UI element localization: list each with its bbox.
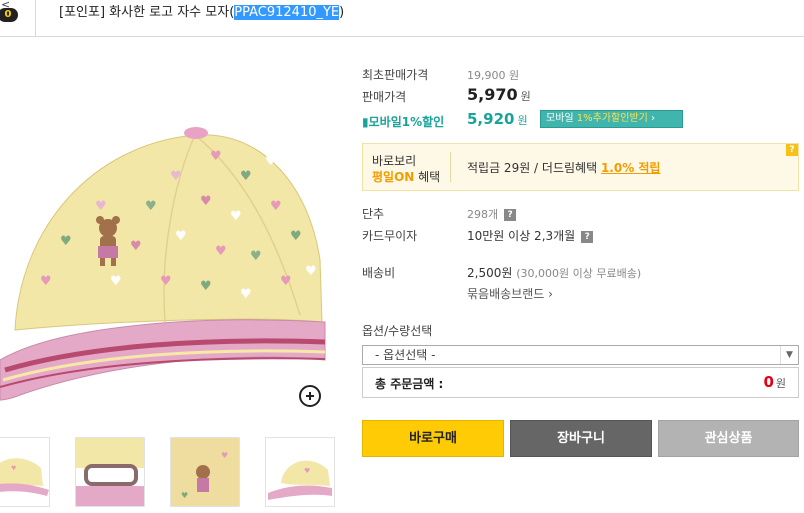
svg-text:♥: ♥ bbox=[181, 491, 188, 500]
option-select-value: - 옵션선택 - bbox=[375, 348, 436, 362]
sale-price: 5,970 원 bbox=[467, 85, 531, 104]
svg-text:♥: ♥ bbox=[200, 194, 212, 209]
thumbnail-2[interactable] bbox=[75, 437, 145, 507]
total-price-label: 총 주문금액 : bbox=[375, 377, 444, 391]
card-value: 10만원 이상 2,3개월 bbox=[467, 229, 576, 243]
mobile-discount-button[interactable]: 모바일 1%추가할인받기 › bbox=[540, 110, 683, 128]
mobile-button-text-a: 모바일 bbox=[546, 113, 577, 124]
svg-text:♥: ♥ bbox=[200, 279, 212, 294]
stock-label: 단추 bbox=[362, 207, 385, 221]
svg-text:♥: ♥ bbox=[175, 229, 187, 244]
thumbnail-1[interactable]: ♥ bbox=[0, 437, 50, 507]
dropdown-arrow-icon[interactable]: ▼ bbox=[780, 346, 798, 364]
benefit-on-text: 평일ON bbox=[372, 170, 415, 184]
benefit-title: 바로보리 bbox=[372, 154, 417, 168]
total-price: 0원 bbox=[763, 373, 786, 391]
svg-text:♥: ♥ bbox=[250, 249, 262, 264]
card-label: 카드무이자 bbox=[362, 229, 418, 243]
svg-text:♥: ♥ bbox=[210, 149, 222, 164]
help-icon[interactable]: ? bbox=[786, 144, 798, 156]
buy-now-button[interactable]: 바로구매 bbox=[362, 420, 504, 457]
sale-price-value: 5,970 bbox=[467, 85, 518, 104]
svg-text:♥: ♥ bbox=[130, 239, 142, 254]
svg-text:♥: ♥ bbox=[240, 287, 252, 302]
svg-text:♥: ♥ bbox=[145, 199, 157, 214]
svg-text:♥: ♥ bbox=[270, 199, 282, 214]
svg-text:♥: ♥ bbox=[240, 169, 252, 184]
original-price-value: 19,900 원 bbox=[467, 69, 520, 82]
mobile-price: 5,920 원 bbox=[467, 110, 528, 128]
svg-text:♥: ♥ bbox=[170, 169, 182, 184]
mobile-icon: ▮ bbox=[362, 115, 369, 129]
svg-text:♥: ♥ bbox=[304, 467, 310, 475]
svg-text:♥: ♥ bbox=[305, 264, 317, 279]
product-title-end: ) bbox=[339, 5, 345, 20]
svg-text:♥: ♥ bbox=[215, 244, 227, 259]
total-price-unit: 원 bbox=[775, 377, 786, 390]
stock-info: 298개? bbox=[467, 206, 517, 222]
benefit-box: 바로보리 평일ON 혜택 적립금 29원 / 더드림혜택 1.0% 적립 ? bbox=[362, 143, 799, 191]
top-bar: < 0 [포인포] 화사한 로고 자수 모자(PPAC912410_YE) bbox=[0, 0, 804, 37]
mobile-discount-text: 모바일1%할인 bbox=[368, 115, 445, 129]
mobile-price-value: 5,920 bbox=[467, 110, 515, 128]
product-code: PPAC912410_YE bbox=[234, 5, 340, 20]
help-icon[interactable]: ? bbox=[581, 231, 594, 243]
option-select[interactable]: - 옵션선택 - ▼ bbox=[362, 345, 799, 365]
svg-text:♥: ♥ bbox=[221, 451, 228, 460]
svg-text:♥: ♥ bbox=[160, 274, 172, 289]
bundle-shipping-link[interactable]: 묶음배송브랜드 › bbox=[467, 285, 553, 302]
product-main-image[interactable]: ♥ ♥ ♥ ♥ ♥ ♥ ♥ ♥ ♥ ♥ ♥ ♥ ♥ ♥ ♥ ♥ ♥ ♥ ♥ ♥ … bbox=[0, 60, 335, 425]
benefit-divider bbox=[450, 152, 451, 182]
thumbnail-3[interactable]: ♥ ♥ bbox=[170, 437, 240, 507]
svg-text:♥: ♥ bbox=[60, 234, 72, 249]
zoom-plus-icon[interactable] bbox=[299, 385, 321, 407]
original-price-label: 최초판매가격 bbox=[362, 68, 429, 82]
recent-items-box[interactable]: < 0 bbox=[0, 0, 36, 37]
benefit-points-pct[interactable]: 1.0% 적립 bbox=[601, 161, 661, 175]
shipping-value: 2,500원 bbox=[467, 266, 513, 280]
shipping-note: (30,000원 이상 무료배송) bbox=[516, 267, 642, 280]
svg-text:♥: ♥ bbox=[230, 209, 242, 224]
mobile-button-arrow: › bbox=[647, 113, 656, 124]
svg-text:♥: ♥ bbox=[95, 199, 107, 214]
svg-text:♥: ♥ bbox=[265, 154, 277, 169]
benefit-points: 적립금 29원 / 더드림혜택 1.0% 적립 bbox=[467, 159, 660, 176]
mobile-price-unit: 원 bbox=[517, 114, 528, 127]
svg-text:♥: ♥ bbox=[40, 274, 52, 289]
stock-value: 298개 bbox=[467, 208, 499, 221]
thumbnail-4[interactable]: ♥ bbox=[265, 437, 335, 507]
mobile-button-text-b: 1%추가할인받기 bbox=[576, 113, 648, 124]
shipping-info: 2,500원 (30,000원 이상 무료배송) bbox=[467, 264, 641, 281]
svg-text:♥: ♥ bbox=[290, 229, 302, 244]
total-price-value: 0 bbox=[763, 373, 774, 391]
add-to-cart-button[interactable]: 장바구니 bbox=[510, 420, 652, 457]
sale-price-unit: 원 bbox=[520, 90, 531, 103]
mobile-discount-label: ▮모바일1%할인 bbox=[362, 113, 444, 130]
product-title: [포인포] 화사한 로고 자수 모자(PPAC912410_YE) bbox=[59, 1, 344, 20]
svg-text:♥: ♥ bbox=[11, 465, 16, 472]
benefit-points-text: 적립금 29원 / 더드림혜택 bbox=[467, 161, 601, 175]
shipping-label: 배송비 bbox=[362, 266, 396, 280]
benefit-rest-text: 혜택 bbox=[414, 170, 441, 184]
svg-text:♥: ♥ bbox=[280, 274, 292, 289]
options-label: 옵션/수량선택 bbox=[362, 324, 433, 338]
svg-text:♥: ♥ bbox=[110, 274, 122, 289]
cart-count-badge: 0 bbox=[0, 8, 18, 22]
sale-price-label: 판매가격 bbox=[362, 90, 407, 104]
product-title-text: [포인포] 화사한 로고 자수 모자( bbox=[59, 5, 235, 20]
wishlist-button[interactable]: 관심상품 bbox=[658, 420, 799, 457]
card-info: 10만원 이상 2,3개월? bbox=[467, 227, 594, 244]
total-price-box: 총 주문금액 : 0원 bbox=[362, 367, 799, 398]
help-icon[interactable]: ? bbox=[504, 209, 517, 221]
benefit-subtitle: 평일ON 혜택 bbox=[372, 168, 440, 185]
